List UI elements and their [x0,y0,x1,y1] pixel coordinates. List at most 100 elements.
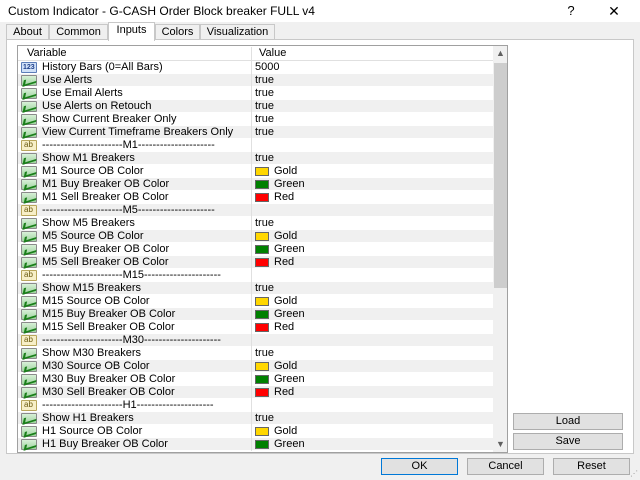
variable-value[interactable]: Red [274,191,294,204]
color-type-icon [21,296,37,307]
input-row[interactable]: M1 Buy Breaker OB Color Green [18,178,493,191]
variable-name: M30 Buy Breaker OB Color [42,373,176,385]
resize-grip-icon[interactable]: ⋰ [630,469,638,478]
input-row[interactable]: ab ----------------------M15-------------… [18,269,493,282]
variable-value[interactable]: true [255,347,274,360]
variable-value[interactable]: Gold [274,295,297,308]
cell-divider [251,295,252,308]
variable-value[interactable]: true [255,217,274,230]
scroll-up-arrow-icon[interactable]: ▲ [493,46,507,61]
input-row[interactable]: Show H1 Breakers true [18,412,493,425]
input-row[interactable]: ab ----------------------M5--------------… [18,204,493,217]
close-button[interactable]: ✕ [596,2,632,20]
variable-value[interactable]: Gold [274,360,297,373]
input-row[interactable]: Show M15 Breakers true [18,282,493,295]
input-row[interactable]: M15 Source OB Color Gold [18,295,493,308]
input-row[interactable]: Show M1 Breakers true [18,152,493,165]
variable-value[interactable]: true [255,152,274,165]
scrollbar-thumb[interactable] [494,63,507,288]
input-row[interactable]: M1 Sell Breaker OB Color Red [18,191,493,204]
tab-common[interactable]: Common [49,24,108,40]
input-row[interactable]: ab ----------------------M30-------------… [18,334,493,347]
input-row[interactable]: Use Alerts on Retouch true [18,100,493,113]
variable-value[interactable]: Green [274,308,305,321]
input-row[interactable]: H1 Buy Breaker OB Color Green [18,438,493,451]
variable-value[interactable]: Gold [274,165,297,178]
variable-column-header[interactable]: Variable [27,47,67,59]
variable-value[interactable]: Green [274,373,305,386]
vertical-scrollbar[interactable]: ▲ ▼ [493,46,507,452]
color-swatch[interactable] [255,258,269,267]
variable-value[interactable]: true [255,74,274,87]
input-row[interactable]: Use Alerts true [18,74,493,87]
column-divider[interactable] [251,47,252,60]
input-row[interactable]: M1 Source OB Color Gold [18,165,493,178]
color-swatch[interactable] [255,323,269,332]
color-swatch[interactable] [255,245,269,254]
color-swatch[interactable] [255,362,269,371]
save-button[interactable]: Save [513,433,623,450]
color-swatch[interactable] [255,375,269,384]
cell-divider [251,308,252,321]
string-type-icon: ab [21,140,37,151]
color-swatch[interactable] [255,232,269,241]
variable-value[interactable]: Green [274,438,305,451]
tab-colors[interactable]: Colors [155,24,200,40]
help-button[interactable]: ? [557,2,585,20]
variable-value[interactable]: 5000 [255,61,279,74]
variable-value[interactable]: true [255,282,274,295]
color-swatch[interactable] [255,388,269,397]
variable-value[interactable]: Green [274,178,305,191]
variable-value[interactable]: Green [274,243,305,256]
input-row[interactable]: Show M30 Breakers true [18,347,493,360]
tab-visualization[interactable]: Visualization [200,24,275,40]
input-row[interactable]: M30 Source OB Color Gold [18,360,493,373]
color-swatch[interactable] [255,310,269,319]
variable-value[interactable]: Gold [274,230,297,243]
color-swatch[interactable] [255,180,269,189]
cell-divider [251,360,252,373]
variable-value[interactable]: Red [274,321,294,334]
input-row[interactable]: M5 Buy Breaker OB Color Green [18,243,493,256]
ok-button[interactable]: OK [381,458,458,475]
variable-value[interactable]: true [255,113,274,126]
input-row[interactable]: Show Current Breaker Only true [18,113,493,126]
input-row[interactable]: View Current Timeframe Breakers Only true [18,126,493,139]
color-swatch[interactable] [255,427,269,436]
load-button[interactable]: Load [513,413,623,430]
color-swatch[interactable] [255,193,269,202]
variable-value[interactable]: Gold [274,425,297,438]
tab-about[interactable]: About [6,24,49,40]
variable-value[interactable]: true [255,100,274,113]
variable-value[interactable]: Red [274,256,294,269]
input-row[interactable]: M5 Source OB Color Gold [18,230,493,243]
color-swatch[interactable] [255,440,269,449]
value-column-header[interactable]: Value [259,47,286,59]
variable-value[interactable]: true [255,126,274,139]
color-type-icon [21,192,37,203]
variable-value[interactable]: Red [274,386,294,399]
input-row[interactable]: H1 Source OB Color Gold [18,425,493,438]
string-type-icon: ab [21,205,37,216]
input-row[interactable]: M5 Sell Breaker OB Color Red [18,256,493,269]
color-type-icon [21,387,37,398]
cell-divider [251,243,252,256]
reset-button[interactable]: Reset [553,458,630,475]
input-row[interactable]: ab ----------------------M1--------------… [18,139,493,152]
tab-inputs[interactable]: Inputs [108,22,155,41]
input-row[interactable]: Show M5 Breakers true [18,217,493,230]
cancel-button[interactable]: Cancel [467,458,544,475]
input-row[interactable]: Use Email Alerts true [18,87,493,100]
scroll-down-arrow-icon[interactable]: ▼ [493,437,507,452]
input-row[interactable]: M30 Sell Breaker OB Color Red [18,386,493,399]
integer-type-icon: 123 [21,62,37,73]
variable-value[interactable]: true [255,87,274,100]
input-row[interactable]: ab ----------------------H1--------------… [18,399,493,412]
input-row[interactable]: M30 Buy Breaker OB Color Green [18,373,493,386]
input-row[interactable]: M15 Buy Breaker OB Color Green [18,308,493,321]
input-row[interactable]: 123 History Bars (0=All Bars) 5000 [18,61,493,74]
input-row[interactable]: M15 Sell Breaker OB Color Red [18,321,493,334]
color-swatch[interactable] [255,297,269,306]
color-swatch[interactable] [255,167,269,176]
variable-value[interactable]: true [255,412,274,425]
